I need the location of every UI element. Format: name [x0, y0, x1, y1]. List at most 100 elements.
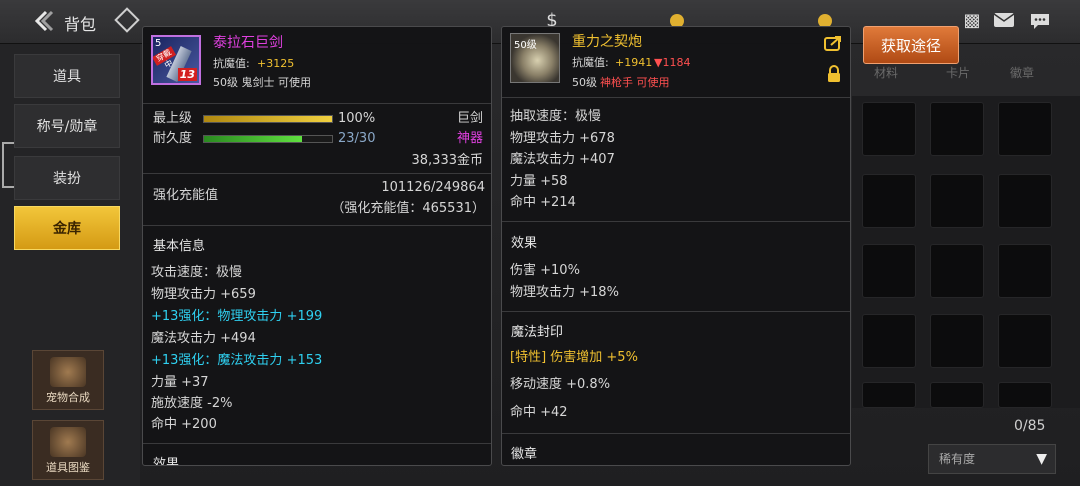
requirement-level: 50级	[572, 76, 597, 89]
effect-physical-attack: 物理攻击力 +18%	[510, 285, 619, 300]
stat-strength: 力量 +58	[510, 174, 568, 189]
grade-percent: 100%	[338, 111, 376, 126]
grade-label: 最上级	[153, 111, 193, 126]
inventory-count: 0/85	[1014, 418, 1046, 434]
divider	[502, 433, 850, 434]
page-title: 背包	[64, 15, 97, 34]
arrow-left-icon[interactable]	[30, 8, 56, 34]
mail-icon[interactable]	[992, 12, 1016, 30]
enhance-level-badge: 13	[177, 68, 197, 81]
inventory-slot[interactable]	[930, 174, 984, 228]
pet-icon	[50, 357, 86, 387]
divider	[502, 311, 850, 312]
tab-badges[interactable]: 徽章	[1010, 64, 1034, 81]
rarity-label: 神器	[456, 131, 483, 146]
resist-label: 抗魔值:	[572, 56, 609, 69]
magic-seal-title: 魔法封印	[511, 325, 564, 340]
divider	[143, 173, 491, 174]
inventory-slot[interactable]	[998, 244, 1052, 298]
tab-materials[interactable]: 材料	[874, 64, 898, 81]
inventory-slot[interactable]	[862, 244, 916, 298]
menu-item-vault[interactable]: 金库	[14, 206, 120, 250]
stat-magic-attack: 魔法攻击力 +494	[151, 331, 256, 346]
inventory-slot[interactable]	[862, 174, 916, 228]
inventory-slot[interactable]	[862, 102, 916, 156]
icon-level: 50级	[514, 40, 537, 51]
item-tooltip-equipped: 5 穿戴中 13 泰拉石巨剑 抗魔值: +3125 50级 鬼剑士 可使用 最上…	[142, 26, 492, 466]
tab-cards[interactable]: 卡片	[946, 64, 970, 81]
stat-draw-speed: 抽取速度：极慢	[510, 109, 602, 124]
sort-dropdown[interactable]: 稀有度 ▼	[928, 444, 1056, 474]
stat-attack-speed: 攻击速度：极慢	[151, 265, 243, 280]
inventory-slot[interactable]	[998, 174, 1052, 228]
stat-enhance-magic: +13强化：魔法攻击力 +153	[151, 353, 323, 368]
menu-selection-bracket	[2, 142, 14, 188]
inventory-slot[interactable]	[862, 382, 916, 408]
item-type: 巨剑	[456, 111, 483, 126]
greatsword-icon: 5 穿戴中 13	[151, 35, 201, 85]
inventory-slot[interactable]	[998, 314, 1052, 368]
inventory-slot[interactable]	[998, 382, 1052, 408]
item-requirement: 50级 鬼剑士 可使用	[213, 76, 311, 89]
divider	[502, 221, 850, 222]
item-codex-label: 道具图鉴	[46, 461, 90, 474]
durability-bar-fill	[204, 136, 303, 142]
resist-label: 抗魔值:	[213, 57, 250, 70]
resist-diff: ▼1184	[654, 56, 691, 69]
stat-magic-attack: 魔法攻击力 +407	[510, 152, 615, 167]
inventory-slot[interactable]	[998, 102, 1052, 156]
resist-value: +1941	[615, 56, 653, 69]
menu-item-titles-medals[interactable]: 称号/勋章	[14, 104, 120, 148]
item-price: 38,333金币	[411, 153, 484, 168]
cannon-icon: 50级	[510, 33, 560, 83]
resist-value: +3125	[257, 57, 295, 70]
stat-hit: 命中 +200	[151, 417, 217, 432]
charge-sub-value: （强化充能值：465531）	[331, 201, 485, 216]
share-icon[interactable]	[824, 35, 842, 51]
lock-icon[interactable]	[826, 65, 844, 82]
inventory-slot[interactable]	[930, 244, 984, 298]
divider	[143, 225, 491, 226]
durability-value: 23/30	[338, 131, 376, 146]
grade-bar	[203, 115, 333, 123]
seal-hit: 命中 +42	[510, 405, 568, 420]
inventory-grid	[852, 96, 1080, 408]
item-name: 泰拉石巨剑	[213, 35, 283, 51]
seal-move-speed: 移动速度 +0.8%	[510, 377, 611, 392]
left-menu: 道具 称号/勋章 装扮 金库 宠物合成 道具图鉴	[0, 44, 140, 486]
stat-enhance-physical: +13强化：物理攻击力 +199	[151, 309, 323, 324]
charge-label: 强化充能值	[153, 188, 219, 203]
stat-strength: 力量 +37	[151, 375, 209, 390]
codex-icon	[50, 427, 86, 457]
menu-item-props[interactable]: 道具	[14, 54, 120, 98]
item-codex-button[interactable]: 道具图鉴	[32, 420, 104, 480]
pet-synthesis-button[interactable]: 宠物合成	[32, 350, 104, 410]
effect-title: 效果	[511, 236, 538, 251]
badge-title: 徽章	[511, 447, 538, 462]
gift-icon[interactable]: ▩	[960, 12, 984, 30]
icon-level: 5	[155, 38, 162, 49]
divider	[143, 443, 491, 444]
durability-bar	[203, 135, 333, 143]
stat-hit: 命中 +214	[510, 195, 576, 210]
requirement-class: 神枪手 可使用	[600, 76, 670, 89]
inventory-slot[interactable]	[930, 102, 984, 156]
stat-cast-speed: 施放速度 -2%	[151, 396, 233, 411]
charge-value: 101126/249864	[381, 180, 485, 195]
seal-trait: [特性] 伤害增加 +5%	[510, 350, 638, 365]
stat-physical-attack: 物理攻击力 +659	[151, 287, 256, 302]
inventory-slot[interactable]	[862, 314, 916, 368]
menu-item-costume[interactable]: 装扮	[14, 156, 120, 200]
item-tooltip-compare: 50级 重力之契炮 抗魔值: +1941 ▼1184 50级 神枪手 可使用 抽…	[501, 26, 851, 466]
sort-dropdown-label: 稀有度	[939, 452, 976, 466]
divider	[502, 97, 850, 98]
chat-icon[interactable]	[1028, 12, 1052, 30]
divider	[143, 103, 491, 104]
inventory-slot[interactable]	[930, 314, 984, 368]
diamond-icon[interactable]	[114, 7, 140, 33]
effect-damage: 伤害 +10%	[510, 263, 580, 278]
inventory-slot[interactable]	[930, 382, 984, 408]
stat-physical-attack: 物理攻击力 +678	[510, 131, 615, 146]
inventory-tabs: 材料 卡片 徽章	[860, 56, 1080, 86]
pet-synthesis-label: 宠物合成	[46, 391, 90, 404]
